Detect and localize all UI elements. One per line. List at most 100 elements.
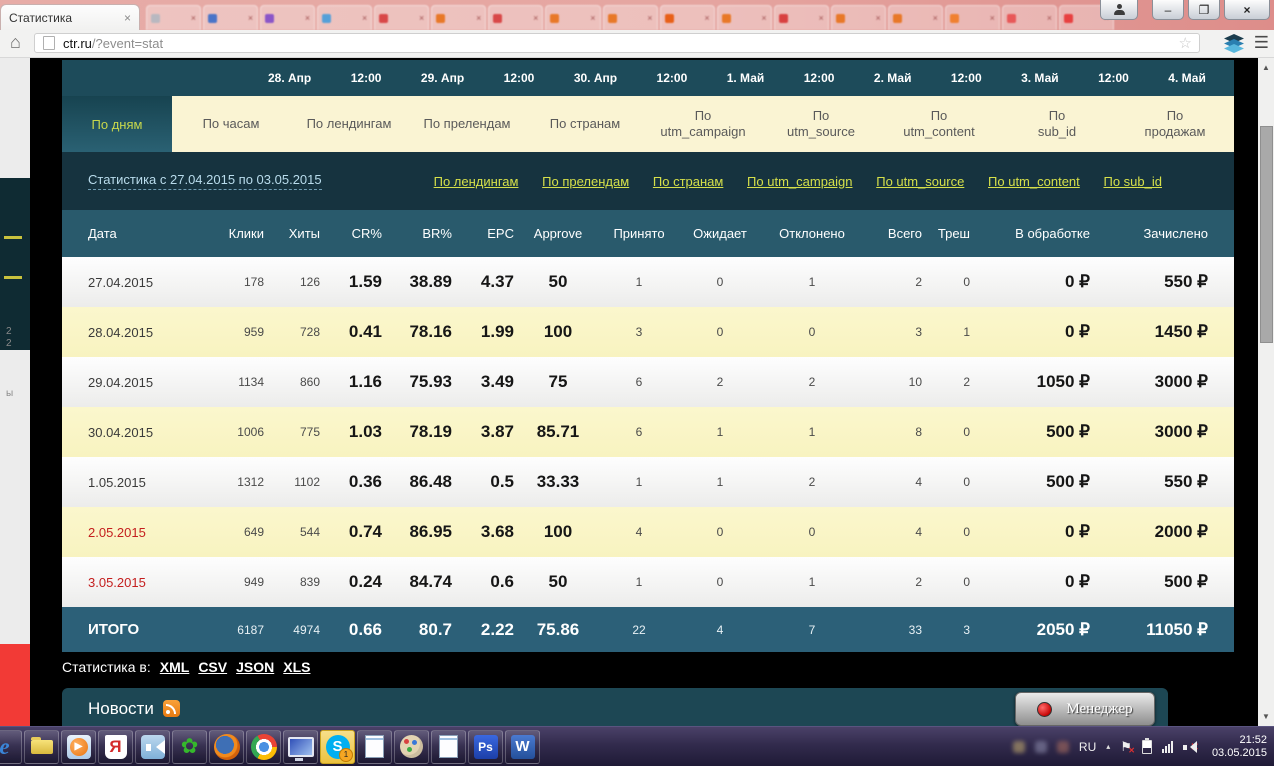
- tab-close-icon[interactable]: ×: [818, 13, 823, 23]
- tab-close-icon[interactable]: ×: [990, 13, 995, 23]
- background-tab[interactable]: ×: [545, 5, 600, 30]
- tab-по-utm_campaign[interactable]: По utm_campaign: [644, 96, 762, 152]
- tab-по-часам[interactable]: По часам: [172, 96, 290, 152]
- icq-icon[interactable]: ✿: [172, 730, 207, 764]
- filter-link[interactable]: По utm_campaign: [747, 174, 852, 189]
- action-center-flag-icon[interactable]: ⚑✕: [1120, 739, 1132, 755]
- tab-close-icon[interactable]: ×: [419, 13, 424, 23]
- volume-muted-icon[interactable]: ✕: [1183, 740, 1199, 754]
- tab-statistics[interactable]: Статистика ×: [0, 4, 140, 30]
- background-tab[interactable]: ×: [831, 5, 886, 30]
- photoshop-icon[interactable]: Ps: [468, 730, 503, 764]
- tab-by-days[interactable]: По дням: [62, 96, 172, 152]
- column-header[interactable]: Принято: [602, 226, 676, 241]
- tab-по-лендингам[interactable]: По лендингам: [290, 96, 408, 152]
- filter-link[interactable]: По лендингам: [434, 174, 519, 189]
- scroll-down-icon[interactable]: ▼: [1258, 712, 1274, 721]
- background-tab[interactable]: ×: [1002, 5, 1057, 30]
- background-tab[interactable]: ×: [774, 5, 829, 30]
- volume-mixer-icon[interactable]: [135, 730, 170, 764]
- column-header[interactable]: Зачислено: [1090, 226, 1234, 241]
- tab-close-icon[interactable]: ×: [362, 13, 367, 23]
- background-tab[interactable]: ×: [260, 5, 315, 30]
- skype-icon[interactable]: S1: [320, 730, 355, 764]
- filter-link[interactable]: По странам: [653, 174, 723, 189]
- column-header[interactable]: Хиты: [264, 226, 320, 241]
- tab-по-sub_id[interactable]: По sub_id: [998, 96, 1116, 152]
- column-header[interactable]: В обработке: [970, 226, 1090, 241]
- clock[interactable]: 21:52 03.05.2015: [1209, 734, 1267, 760]
- tab-по-прелендам[interactable]: По прелендам: [408, 96, 526, 152]
- tab-close-icon[interactable]: ×: [1047, 13, 1052, 23]
- tab-по-utm_content[interactable]: По utm_content: [880, 96, 998, 152]
- background-tab[interactable]: ×: [146, 5, 201, 30]
- column-header[interactable]: Клики: [202, 226, 264, 241]
- tab-close-icon[interactable]: ×: [533, 13, 538, 23]
- scroll-up-icon[interactable]: ▲: [1258, 63, 1274, 72]
- export-link-csv[interactable]: CSV: [198, 659, 227, 675]
- url-bar[interactable]: ctr.ru /?event=stat ☆: [34, 33, 1200, 53]
- background-tab[interactable]: ×: [317, 5, 372, 30]
- minimize-button[interactable]: –: [1152, 0, 1184, 20]
- tab-close-icon[interactable]: ×: [647, 13, 652, 23]
- manager-button[interactable]: Менеджер: [1015, 692, 1155, 726]
- notes-icon[interactable]: [431, 730, 466, 764]
- tab-close-icon[interactable]: ×: [305, 13, 310, 23]
- background-tab[interactable]: ×: [945, 5, 1000, 30]
- column-header[interactable]: Ожидает: [676, 226, 764, 241]
- column-header[interactable]: Всего: [860, 226, 922, 241]
- yandex-icon[interactable]: Я: [98, 730, 133, 764]
- background-tab[interactable]: ×: [888, 5, 943, 30]
- background-tab[interactable]: ×: [203, 5, 258, 30]
- background-tab[interactable]: ×: [488, 5, 543, 30]
- battery-icon[interactable]: [1142, 740, 1152, 754]
- tray-expand-icon[interactable]: ▴: [1106, 742, 1110, 751]
- period-link[interactable]: Статистика с 27.04.2015 по 03.05.2015: [88, 172, 322, 190]
- media-player-icon[interactable]: ▶: [61, 730, 96, 764]
- tab-close-icon[interactable]: ×: [933, 13, 938, 23]
- remote-desktop-icon[interactable]: [283, 730, 318, 764]
- tab-close-icon[interactable]: ×: [761, 13, 766, 23]
- tab-close-icon[interactable]: ×: [590, 13, 595, 23]
- background-tab[interactable]: ×: [374, 5, 429, 30]
- filter-link[interactable]: По utm_content: [988, 174, 1080, 189]
- column-header[interactable]: Approve: [514, 226, 602, 241]
- background-tab[interactable]: ×: [603, 5, 658, 30]
- home-icon[interactable]: ⌂: [10, 32, 21, 53]
- word-icon[interactable]: W: [505, 730, 540, 764]
- chrome-icon[interactable]: [246, 730, 281, 764]
- column-header[interactable]: Дата: [62, 226, 202, 241]
- export-link-xml[interactable]: XML: [160, 659, 190, 675]
- tab-close-icon[interactable]: ×: [704, 13, 709, 23]
- filter-link[interactable]: По прелендам: [542, 174, 629, 189]
- column-header[interactable]: CR%: [320, 226, 382, 241]
- tab-close-icon[interactable]: ×: [476, 13, 481, 23]
- menu-icon[interactable]: ☰: [1254, 33, 1269, 53]
- extension-icon[interactable]: [1222, 34, 1246, 54]
- rss-icon[interactable]: [163, 700, 180, 717]
- filter-link[interactable]: По sub_id: [1103, 174, 1162, 189]
- scroll-thumb[interactable]: [1260, 126, 1273, 343]
- column-header[interactable]: EPC: [452, 226, 514, 241]
- tab-по-странам[interactable]: По странам: [526, 96, 644, 152]
- filter-link[interactable]: По utm_source: [876, 174, 964, 189]
- column-header[interactable]: BR%: [382, 226, 452, 241]
- column-header[interactable]: Треш: [922, 226, 970, 241]
- tab-по-продажам[interactable]: По продажам: [1116, 96, 1234, 152]
- restore-button[interactable]: ❐: [1188, 0, 1220, 20]
- explorer-icon[interactable]: [24, 730, 59, 764]
- bookmark-star-icon[interactable]: ☆: [1179, 34, 1199, 52]
- notepad-icon[interactable]: [357, 730, 392, 764]
- background-tab[interactable]: ×: [660, 5, 715, 30]
- close-button[interactable]: ×: [1224, 0, 1270, 20]
- network-signal-icon[interactable]: [1162, 741, 1173, 753]
- background-tab[interactable]: ×: [431, 5, 486, 30]
- export-link-json[interactable]: JSON: [236, 659, 274, 675]
- tab-close-icon[interactable]: ×: [191, 13, 196, 23]
- scrollbar[interactable]: ▲ ▼: [1258, 58, 1274, 726]
- tab-по-utm_source[interactable]: По utm_source: [762, 96, 880, 152]
- tab-close-icon[interactable]: ×: [876, 13, 881, 23]
- profile-button[interactable]: [1100, 0, 1138, 20]
- firefox-icon[interactable]: [209, 730, 244, 764]
- background-tab[interactable]: ×: [717, 5, 772, 30]
